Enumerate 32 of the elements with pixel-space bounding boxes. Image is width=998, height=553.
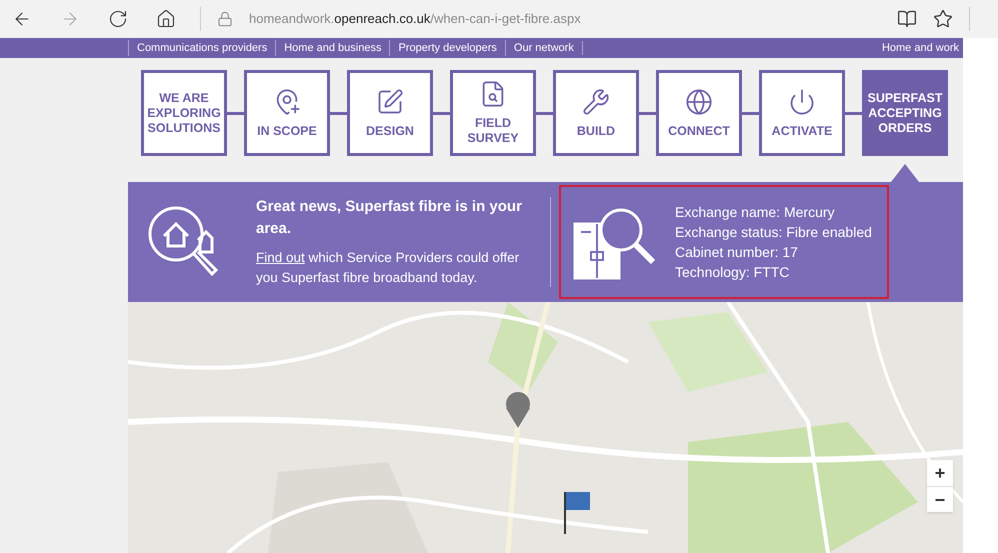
step-tile[interactable]: SUPERFAST ACCEPTING ORDERS (862, 70, 948, 156)
address-field[interactable]: homeandwork.openreach.co.uk/when-can-i-get-fibre.aspx (249, 9, 581, 29)
step-tile[interactable]: ACTIVATE (759, 70, 845, 156)
step-tile[interactable]: CONNECT (656, 70, 742, 156)
step-icon (788, 88, 816, 116)
step-tile[interactable]: DESIGN (347, 70, 433, 156)
home-icon[interactable] (156, 9, 176, 29)
exchange-detail: Technology: FTTC (675, 263, 790, 282)
favorite-icon[interactable] (933, 9, 953, 29)
nav-link[interactable]: Our network (514, 40, 574, 56)
exchange-detail: Exchange name: Mercury (675, 203, 836, 222)
step-tile[interactable]: BUILD (553, 70, 639, 156)
nav-link[interactable]: Property developers (398, 40, 497, 56)
step-tile[interactable]: WE ARE EXPLORING SOLUTIONS (141, 70, 227, 156)
step-tile[interactable]: IN SCOPE (244, 70, 330, 156)
step-icon (582, 88, 610, 116)
exchange-detail: Exchange status: Fibre enabled (675, 223, 872, 242)
exchange-detail: Cabinet number: 17 (675, 243, 799, 262)
nav-link[interactable]: Home and business (284, 40, 382, 56)
refresh-icon[interactable] (108, 9, 128, 29)
reading-view-icon[interactable] (897, 9, 917, 29)
lock-icon (217, 11, 233, 27)
zoom-out-button[interactable]: − (927, 486, 953, 512)
step-icon (685, 88, 713, 116)
find-out-link[interactable]: Find out (256, 250, 305, 265)
step-icon (376, 88, 404, 116)
step-tile[interactable]: FIELD SURVEY (450, 70, 536, 156)
nav-link[interactable]: Home and work (882, 40, 959, 56)
description: Find out which Service Providers could offer you Superfast fibre broadband today. (256, 249, 520, 287)
zoom-in-button[interactable]: + (927, 460, 953, 486)
nav-link[interactable]: Communications providers (137, 40, 268, 56)
headline: Great news, Superfast fibre is in your area. (256, 197, 523, 239)
